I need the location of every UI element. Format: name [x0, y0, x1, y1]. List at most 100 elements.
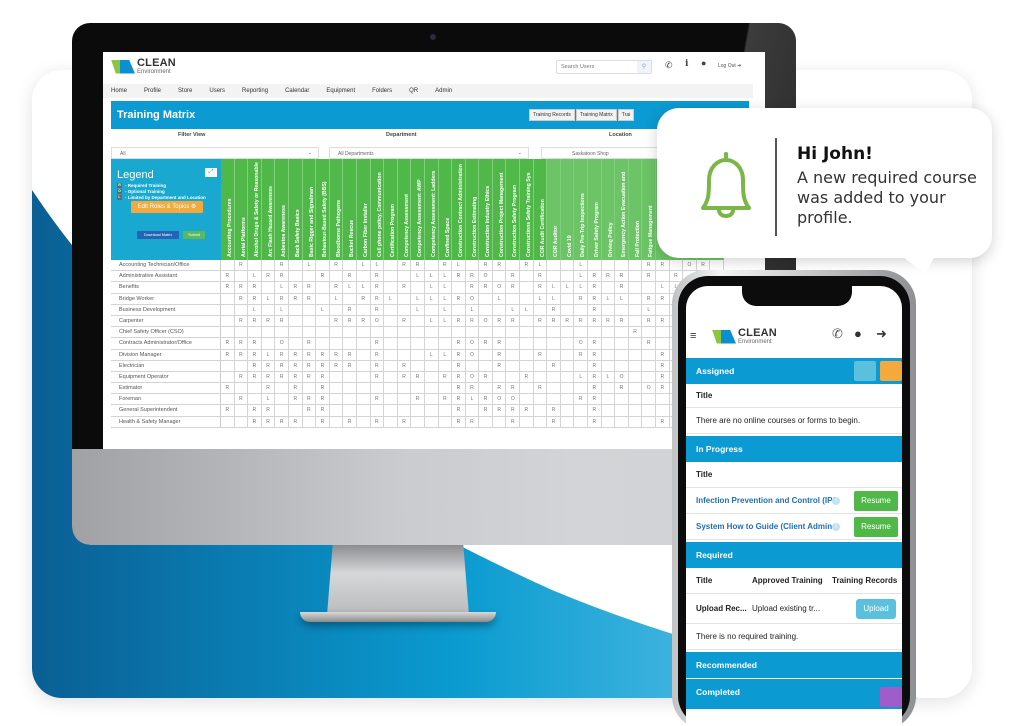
matrix-cell[interactable]: [221, 293, 235, 304]
matrix-cell[interactable]: [357, 416, 371, 427]
matrix-cell[interactable]: [534, 371, 548, 383]
matrix-cell[interactable]: R: [642, 338, 656, 349]
matrix-cell[interactable]: R: [289, 394, 303, 405]
matrix-cell[interactable]: [642, 416, 656, 427]
matrix-cell[interactable]: [493, 327, 507, 338]
matrix-cell[interactable]: [547, 338, 561, 349]
matrix-cell[interactable]: [384, 282, 398, 293]
matrix-cell[interactable]: O: [493, 282, 507, 293]
matrix-cell[interactable]: [506, 360, 521, 371]
matrix-cell[interactable]: R: [466, 315, 480, 327]
matrix-cell[interactable]: [439, 360, 453, 371]
matrix-cell[interactable]: [506, 327, 521, 338]
assign-user-icon[interactable]: [854, 361, 876, 381]
matrix-cell[interactable]: R: [615, 383, 629, 394]
matrix-cell[interactable]: R: [452, 315, 466, 327]
matrix-cell[interactable]: [656, 271, 670, 282]
matrix-cell[interactable]: [574, 360, 589, 371]
matrix-cell[interactable]: R: [316, 405, 330, 416]
role-name[interactable]: Estimator: [111, 383, 221, 394]
matrix-cell[interactable]: R: [371, 360, 385, 371]
phone-icon[interactable]: ✆: [665, 60, 673, 71]
matrix-cell[interactable]: [425, 383, 439, 394]
matrix-cell[interactable]: L: [439, 293, 453, 304]
matrix-cell[interactable]: [235, 416, 249, 427]
course-link[interactable]: System How to Guide (Client Admin: [696, 522, 832, 531]
role-name[interactable]: Chief Safety Officer (CSO): [111, 327, 221, 338]
matrix-cell[interactable]: [303, 383, 317, 394]
matrix-cell[interactable]: [303, 315, 317, 327]
matrix-cell[interactable]: [629, 260, 643, 271]
matrix-cell[interactable]: [275, 394, 289, 405]
matrix-cell[interactable]: [411, 349, 425, 360]
clean-environment-logo[interactable]: CLEAN Environment: [111, 58, 176, 75]
matrix-cell[interactable]: R: [371, 304, 385, 315]
matrix-cell[interactable]: [289, 405, 303, 416]
matrix-cell[interactable]: R: [343, 349, 357, 360]
matrix-cell[interactable]: R: [248, 349, 262, 360]
matrix-cell[interactable]: R: [452, 338, 466, 349]
matrix-cell[interactable]: [506, 338, 521, 349]
matrix-cell[interactable]: [629, 405, 643, 416]
matrix-cell[interactable]: R: [357, 293, 371, 304]
matrix-cell[interactable]: R: [452, 349, 466, 360]
matrix-cell[interactable]: L: [439, 304, 453, 315]
matrix-cell[interactable]: R: [466, 282, 480, 293]
matrix-cell[interactable]: [520, 315, 534, 327]
matrix-cell[interactable]: [479, 304, 493, 315]
user-worker-icon[interactable]: ●: [701, 58, 706, 68]
edit-roles-topics-button[interactable]: Edit Roles & Topics ⚙: [131, 201, 203, 213]
matrix-cell[interactable]: [642, 327, 656, 338]
matrix-cell[interactable]: [506, 260, 521, 271]
matrix-cell[interactable]: [629, 271, 643, 282]
matrix-cell[interactable]: R: [493, 360, 507, 371]
matrix-cell[interactable]: O: [479, 315, 493, 327]
matrix-cell[interactable]: R: [303, 405, 317, 416]
matrix-cell[interactable]: R: [330, 282, 344, 293]
matrix-cell[interactable]: R: [602, 271, 616, 282]
matrix-cell[interactable]: O: [466, 293, 480, 304]
matrix-cell[interactable]: R: [343, 416, 357, 427]
matrix-cell[interactable]: R: [520, 405, 534, 416]
matrix-cell[interactable]: R: [615, 315, 629, 327]
matrix-cell[interactable]: R: [588, 360, 602, 371]
matrix-cell[interactable]: [411, 405, 425, 416]
search-users-input[interactable]: Search Users ⚲: [556, 60, 652, 74]
matrix-cell[interactable]: R: [615, 271, 629, 282]
matrix-cell[interactable]: [330, 405, 344, 416]
matrix-cell[interactable]: [561, 383, 575, 394]
matrix-cell[interactable]: [425, 304, 439, 315]
expand-icon[interactable]: ⤢: [205, 168, 217, 177]
matrix-cell[interactable]: [411, 360, 425, 371]
matrix-cell[interactable]: R: [303, 360, 317, 371]
matrix-cell[interactable]: R: [588, 315, 602, 327]
matrix-cell[interactable]: O: [479, 271, 493, 282]
matrix-cell[interactable]: R: [466, 271, 480, 282]
matrix-cell[interactable]: R: [493, 405, 507, 416]
matrix-cell[interactable]: R: [520, 371, 534, 383]
matrix-cell[interactable]: [330, 371, 344, 383]
matrix-cell[interactable]: [547, 260, 561, 271]
matrix-cell[interactable]: R: [275, 360, 289, 371]
matrix-cell[interactable]: L: [506, 304, 521, 315]
matrix-cell[interactable]: R: [588, 338, 602, 349]
matrix-cell[interactable]: R: [547, 405, 561, 416]
matrix-cell[interactable]: [615, 394, 629, 405]
matrix-cell[interactable]: [398, 383, 412, 394]
matrix-cell[interactable]: R: [656, 371, 670, 383]
matrix-cell[interactable]: R: [371, 371, 385, 383]
matrix-cell[interactable]: R: [262, 271, 276, 282]
upload-button[interactable]: Upload: [856, 599, 896, 619]
matrix-cell[interactable]: R: [520, 260, 534, 271]
matrix-cell[interactable]: R: [547, 416, 561, 427]
matrix-cell[interactable]: R: [316, 394, 330, 405]
matrix-cell[interactable]: R: [371, 349, 385, 360]
matrix-cell[interactable]: [493, 304, 507, 315]
matrix-cell[interactable]: R: [493, 383, 507, 394]
matrix-cell[interactable]: R: [330, 349, 344, 360]
matrix-cell[interactable]: L: [574, 282, 589, 293]
matrix-cell[interactable]: [357, 394, 371, 405]
matrix-cell[interactable]: R: [588, 349, 602, 360]
matrix-cell[interactable]: R: [493, 338, 507, 349]
matrix-cell[interactable]: L: [574, 260, 589, 271]
